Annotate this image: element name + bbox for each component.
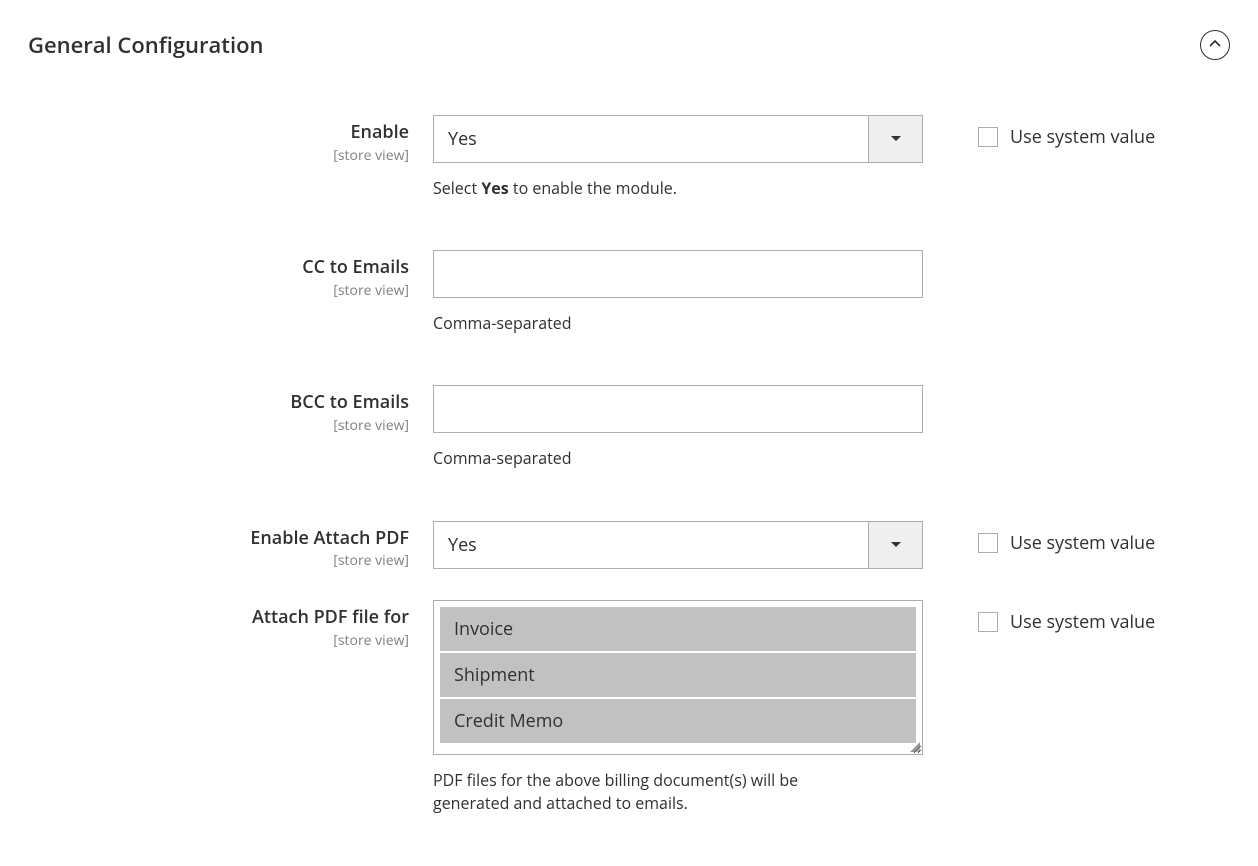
use-system-value-label[interactable]: Use system value — [1010, 531, 1155, 555]
multiselect-option-invoice[interactable]: Invoice — [440, 607, 916, 651]
use-system-value-label[interactable]: Use system value — [1010, 125, 1155, 149]
field-label-attach-for: Attach PDF file for — [28, 607, 409, 629]
field-scope: [store view] — [28, 281, 409, 300]
chevron-down-icon — [868, 116, 922, 162]
field-scope: [store view] — [28, 631, 409, 650]
multiselect-option-credit-memo[interactable]: Credit Memo — [440, 699, 916, 743]
field-label-bcc: BCC to Emails — [28, 392, 409, 414]
label-column: CC to Emails [store view] — [28, 250, 433, 300]
enable-select[interactable]: Yes — [433, 115, 923, 163]
field-row-enable: Enable [store view] Yes Select Yes to en… — [0, 115, 1258, 200]
input-column: Yes Select Yes to enable the module. — [433, 115, 923, 200]
input-column: Yes — [433, 521, 923, 569]
collapse-toggle-button[interactable] — [1200, 30, 1230, 60]
field-label-cc: CC to Emails — [28, 257, 409, 279]
chevron-up-icon — [1208, 37, 1222, 54]
field-scope: [store view] — [28, 146, 409, 165]
use-system-value-checkbox-enable[interactable] — [978, 127, 998, 147]
select-value: Yes — [434, 127, 868, 151]
helper-text-enable: Select Yes to enable the module. — [433, 177, 923, 200]
field-scope: [store view] — [28, 551, 409, 570]
resize-handle-icon — [908, 740, 920, 752]
label-column: BCC to Emails [store view] — [28, 385, 433, 435]
chevron-down-icon — [868, 522, 922, 568]
field-label-attach-pdf: Enable Attach PDF — [28, 528, 409, 550]
use-system-value-checkbox-attach-for[interactable] — [978, 612, 998, 632]
use-system-value-checkbox-attach-pdf[interactable] — [978, 533, 998, 553]
label-column: Enable Attach PDF [store view] — [28, 521, 433, 571]
input-column: Invoice Shipment Credit Memo PDF files f… — [433, 600, 923, 815]
system-column: Use system value — [923, 600, 1155, 634]
field-row-attach-for: Attach PDF file for [store view] Invoice… — [0, 600, 1258, 815]
helper-text-attach-for: PDF files for the above billing document… — [433, 769, 873, 815]
helper-text-bcc: Comma-separated — [433, 447, 923, 470]
input-column: Comma-separated — [433, 385, 923, 470]
select-value: Yes — [434, 533, 868, 557]
section-header: General Configuration — [0, 0, 1258, 60]
label-column: Enable [store view] — [28, 115, 433, 165]
section-title: General Configuration — [28, 30, 264, 60]
label-column: Attach PDF file for [store view] — [28, 600, 433, 650]
field-row-bcc: BCC to Emails [store view] Comma-separat… — [0, 385, 1258, 470]
multiselect-option-shipment[interactable]: Shipment — [440, 653, 916, 697]
input-column: Comma-separated — [433, 250, 923, 335]
attach-for-multiselect[interactable]: Invoice Shipment Credit Memo — [433, 600, 923, 755]
field-row-attach-pdf: Enable Attach PDF [store view] Yes Use s… — [0, 521, 1258, 571]
use-system-value-label[interactable]: Use system value — [1010, 610, 1155, 634]
field-row-cc: CC to Emails [store view] Comma-separate… — [0, 250, 1258, 335]
attach-pdf-select[interactable]: Yes — [433, 521, 923, 569]
system-column: Use system value — [923, 521, 1155, 555]
bcc-emails-input[interactable] — [433, 385, 923, 433]
field-label-enable: Enable — [28, 122, 409, 144]
helper-text-cc: Comma-separated — [433, 312, 923, 335]
cc-emails-input[interactable] — [433, 250, 923, 298]
system-column: Use system value — [923, 115, 1155, 149]
field-scope: [store view] — [28, 416, 409, 435]
